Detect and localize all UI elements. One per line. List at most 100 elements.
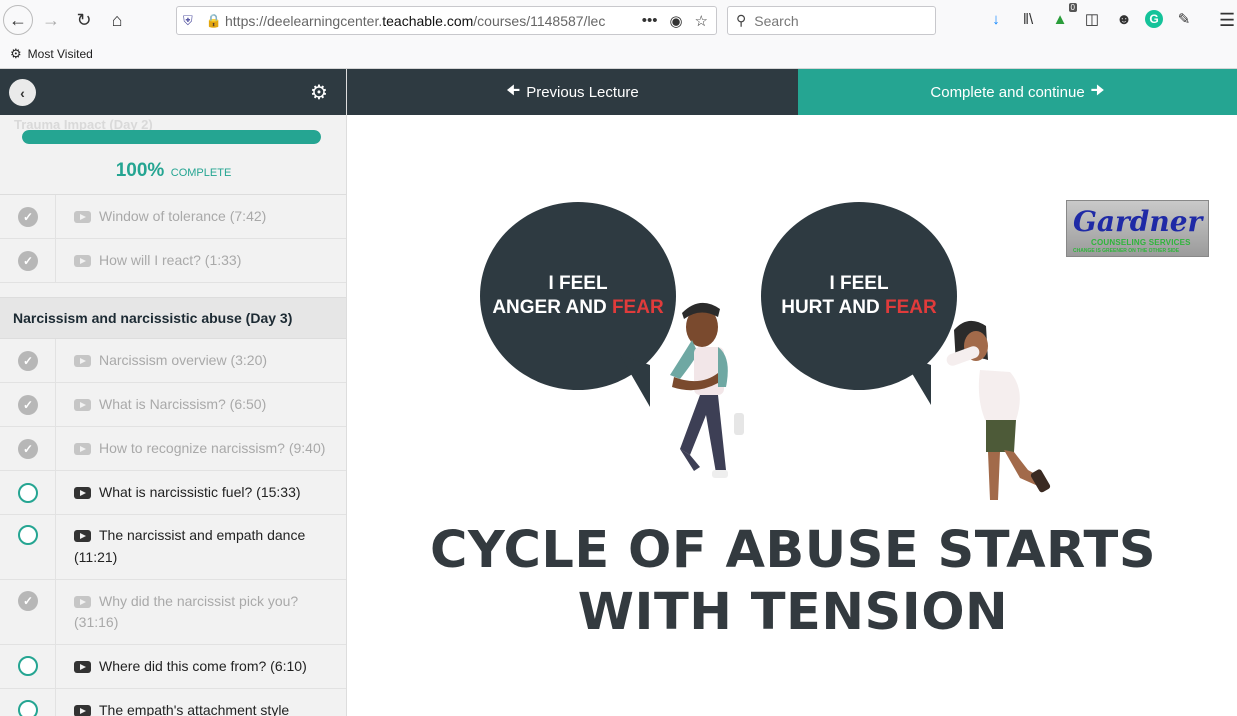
- lecture-duration: (31:16): [74, 614, 119, 630]
- bubble-text-line2: ANGER AND FEAR: [492, 296, 663, 320]
- section-header: Narcissism and narcissistic abuse (Day 3…: [0, 297, 346, 339]
- video-icon: [74, 661, 91, 673]
- lecture-item[interactable]: ✓ Why did the narcissist pick you? (31:1…: [0, 580, 346, 645]
- tracking-shield-icon[interactable]: ⛨: [183, 13, 203, 29]
- reload-icon: ↻: [76, 9, 92, 30]
- lecture-item[interactable]: Where did this come from? (6:10): [0, 645, 346, 689]
- lecture-item[interactable]: What is narcissistic fuel? (15:33): [0, 471, 346, 515]
- gardner-logo: Gardner COUNSELING SERVICES CHANGE IS GR…: [1066, 200, 1209, 257]
- search-input[interactable]: ⚲ Search: [727, 6, 936, 35]
- arrow-right-icon: →: [42, 9, 60, 30]
- bubble-tail-right: [901, 355, 931, 405]
- lecture-title: What is Narcissism? (6:50): [99, 396, 267, 412]
- completed-check-icon: ✓: [18, 591, 38, 611]
- incomplete-circle-icon: [18, 700, 38, 716]
- video-headline: CYCLE OF ABUSE STARTS WITH TENSION: [408, 520, 1178, 644]
- video-icon: [74, 255, 91, 267]
- progress-bar: [22, 130, 321, 144]
- video-icon: [74, 443, 91, 455]
- arrow-right-icon: 🠊: [1090, 81, 1105, 99]
- lecture-item[interactable]: ✓ How to recognize narcissism? (9:40): [0, 427, 346, 471]
- lock-icon[interactable]: 🔒: [203, 13, 225, 29]
- man-illustration: [670, 302, 744, 478]
- completed-check-icon: ✓: [18, 395, 38, 415]
- forward-button[interactable]: →: [36, 5, 66, 35]
- progress-panel: Trauma Impact (Day 2) 100% COMPLETE: [0, 115, 346, 195]
- url-host: teachable.com: [382, 12, 474, 29]
- lecture-item[interactable]: ✓ Narcissism overview (3:20): [0, 339, 346, 383]
- url-text[interactable]: https://deelearningcenter.teachable.com/…: [225, 13, 642, 29]
- incomplete-circle-icon: [18, 525, 38, 545]
- bubble-text-line1: I FEEL: [548, 273, 608, 294]
- complete-continue-label: Complete and continue: [930, 83, 1085, 101]
- extension-icon[interactable]: ▲ 0: [1049, 3, 1077, 30]
- home-icon: ⌂: [111, 9, 123, 30]
- arrow-left-icon: 🠈: [506, 81, 521, 99]
- bubble-tail-left: [620, 355, 650, 407]
- video-icon: [74, 355, 91, 367]
- previous-lecture-button[interactable]: 🠈 Previous Lecture: [347, 69, 798, 115]
- previous-lecture-label: Previous Lecture: [526, 83, 639, 101]
- url-prefix: https://deelearningcenter.: [225, 12, 383, 29]
- sidebar-header: ‹ ⚙: [0, 69, 346, 115]
- arrow-left-icon: ←: [9, 9, 27, 30]
- pocket-icon[interactable]: ◉: [669, 12, 682, 30]
- progress-label: COMPLETE: [170, 167, 232, 179]
- browser-toolbar: ← → ↻ ⌂ ⛨ 🔒 https://deelearningcenter.te…: [0, 0, 1237, 40]
- lecture-title: Window of tolerance (7:42): [99, 208, 267, 224]
- logo-tagline: CHANGE IS GREENER ON THE OTHER SIDE: [1073, 248, 1180, 254]
- complete-and-continue-button[interactable]: Complete and continue 🠊: [798, 69, 1237, 115]
- account-icon[interactable]: ☻: [1113, 8, 1135, 30]
- sidebar-icon[interactable]: ◫: [1081, 8, 1103, 30]
- lecture-title: How will I react? (1:33): [99, 252, 242, 268]
- bookmark-most-visited[interactable]: Most Visited: [28, 47, 93, 61]
- bubble-text-line2: HURT AND FEAR: [781, 296, 937, 320]
- video-icon: [74, 399, 91, 411]
- library-icon[interactable]: ‖\: [1017, 8, 1039, 30]
- lecture-title: Why did the narcissist pick you?: [99, 593, 299, 609]
- page-actions-icon[interactable]: •••: [642, 12, 658, 30]
- logo-subtitle: COUNSELING SERVICES: [1091, 238, 1191, 247]
- bookmark-star-icon[interactable]: ☆: [695, 12, 708, 30]
- bookmarks-bar: ⚙ Most Visited: [0, 40, 1237, 69]
- completed-check-icon: ✓: [18, 251, 38, 271]
- lecture-item[interactable]: The empath's attachment style (12:18): [0, 689, 346, 716]
- extension-badge: 0: [1068, 3, 1077, 12]
- incomplete-circle-icon: [18, 483, 38, 503]
- video-player[interactable]: I FEEL ANGER AND FEAR I FEEL HURT AND FE…: [348, 115, 1237, 716]
- lecture-item[interactable]: The narcissist and empath dance (11:21): [0, 515, 346, 580]
- lecture-item[interactable]: ✓ How will I react? (1:33): [0, 239, 346, 283]
- lecture-item[interactable]: ✓ What is Narcissism? (6:50): [0, 383, 346, 427]
- progress-bar-fill: [22, 130, 321, 144]
- completed-check-icon: ✓: [18, 207, 38, 227]
- lecture-title: What is narcissistic fuel? (15:33): [99, 484, 301, 500]
- lecture-item[interactable]: ✓ Window of tolerance (7:42): [0, 195, 346, 239]
- back-to-course-button[interactable]: ‹: [9, 79, 36, 106]
- video-icon: [74, 211, 91, 223]
- bubble-text-line1: I FEEL: [829, 273, 889, 294]
- url-bar[interactable]: ⛨ 🔒 https://deelearningcenter.teachable.…: [176, 6, 717, 35]
- woman-illustration: [946, 320, 1051, 500]
- search-placeholder: Search: [754, 12, 799, 29]
- lecture-title: Where did this come from? (6:10): [99, 658, 307, 674]
- completed-check-icon: ✓: [18, 439, 38, 459]
- reload-button[interactable]: ↻: [69, 5, 99, 35]
- grammarly-icon[interactable]: G: [1145, 10, 1163, 28]
- lecture-title: The narcissist and empath dance: [99, 527, 306, 543]
- home-button[interactable]: ⌂: [102, 5, 132, 35]
- video-icon: [74, 596, 91, 608]
- course-sidebar: ‹ ⚙ Trauma Impact (Day 2) 100% COMPLETE …: [0, 69, 347, 716]
- lecture-title: How to recognize narcissism? (9:40): [99, 440, 326, 456]
- bubble-text-main: HURT AND: [781, 297, 880, 318]
- hamburger-menu-icon[interactable]: ☰: [1219, 10, 1235, 31]
- pencil-extension-icon[interactable]: ✎: [1173, 8, 1195, 30]
- url-path: /courses/1148587/lec: [473, 12, 606, 29]
- lecture-title: Narcissism overview (3:20): [99, 352, 268, 368]
- downloads-icon[interactable]: ↓: [985, 8, 1007, 30]
- back-button[interactable]: ←: [3, 5, 33, 35]
- bubble-text-highlight: FEAR: [885, 297, 937, 318]
- progress-percent: 100%: [115, 160, 165, 181]
- settings-gear-icon[interactable]: ⚙: [310, 80, 328, 105]
- incomplete-circle-icon: [18, 656, 38, 676]
- progress-text: 100% COMPLETE: [0, 160, 346, 182]
